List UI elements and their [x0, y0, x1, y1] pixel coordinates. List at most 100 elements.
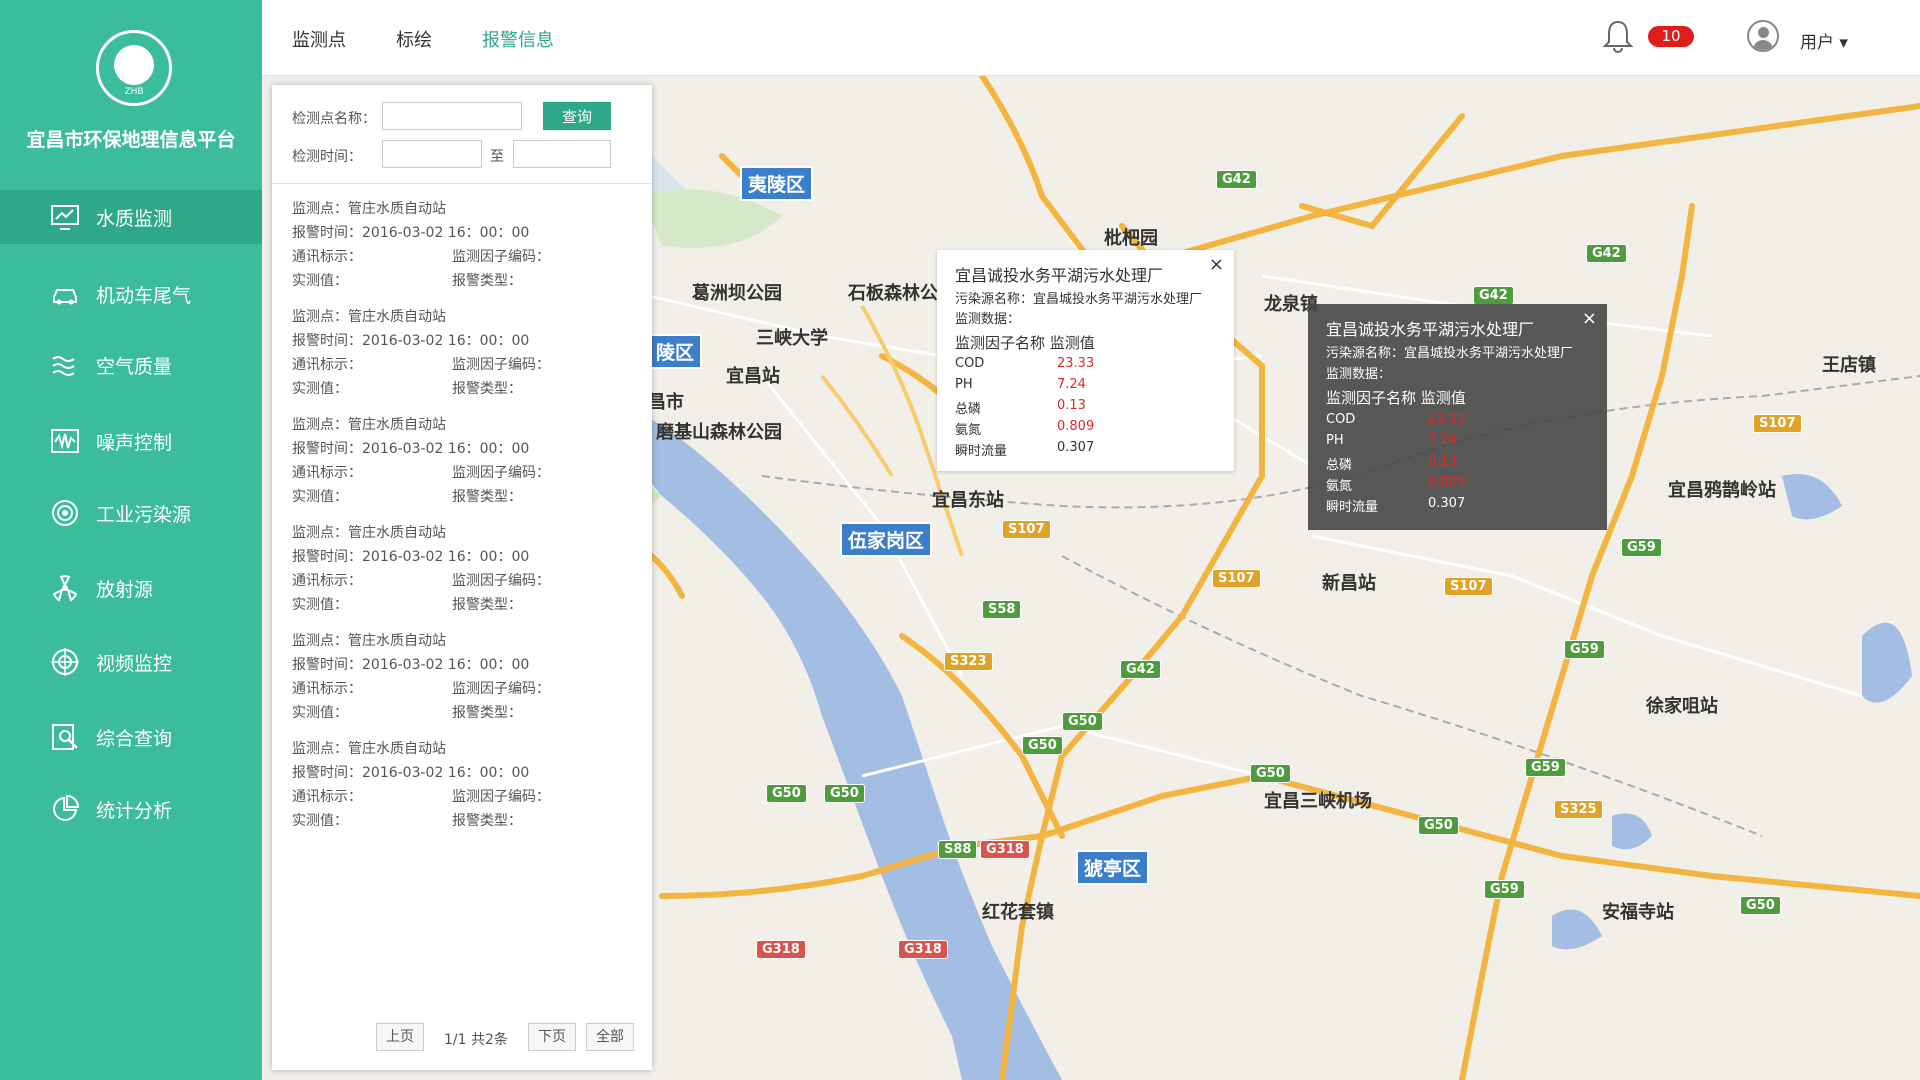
alarm-panel: 检测点名称： 查询 检测时间： 至 监测点：管庄水质自动站 报警时间：2016-… — [272, 85, 652, 1070]
tab-plotting[interactable]: 标绘 — [396, 26, 432, 52]
popup-factor-value: 7.24 — [1057, 377, 1086, 392]
sidebar-item-video-monitor[interactable]: 视频监控 — [0, 635, 262, 689]
alarm-type: 报警类型： — [452, 489, 522, 505]
route-shield: S58 — [982, 600, 1022, 619]
map-label-xujiaju-station[interactable]: 徐家咀站 — [1646, 692, 1718, 718]
popup-factor-name: 氨氮 — [955, 423, 982, 438]
sidebar-item-air-quality[interactable]: 空气质量 — [0, 338, 262, 392]
sidebar-item-radiation-source[interactable]: 放射源 — [0, 561, 262, 615]
all-pages-button[interactable]: 全部 — [586, 1023, 634, 1051]
route-shield: G42 — [1216, 170, 1257, 189]
popup-factor-value: 0.809 — [1428, 475, 1466, 490]
route-shield: G42 — [1586, 244, 1627, 263]
route-shield: G50 — [766, 784, 807, 803]
map-label-three-gorges-university[interactable]: 三峡大学 — [756, 324, 828, 350]
radiation-icon — [52, 575, 78, 602]
alarm-time: 报警时间：2016-03-02 16：00：00 — [292, 657, 530, 673]
map-label-gezhouba-park[interactable]: 葛洲坝公园 — [692, 279, 782, 305]
time-from-input[interactable] — [382, 140, 482, 168]
query-button[interactable]: 查询 — [543, 102, 611, 130]
alarm-item[interactable]: 监测点：管庄水质自动站 报警时间：2016-03-02 16：00：00 通讯标… — [292, 738, 632, 838]
map-label-district-partial[interactable]: 陵区 — [648, 334, 703, 369]
route-shield: S323 — [944, 652, 993, 671]
name-label: 检测点名称： — [292, 111, 376, 127]
popup-factor-name: 总磷 — [955, 402, 982, 417]
app-title: 宜昌市环保地理信息平台 — [26, 129, 236, 151]
alarm-value: 实测值： — [292, 597, 348, 613]
alarm-type: 报警类型： — [452, 381, 522, 397]
prev-page-button[interactable]: 上页 — [376, 1023, 424, 1051]
popup-factor-value: 23.33 — [1428, 412, 1466, 427]
popup-source-line: 污染源名称：宜昌城投水务平湖污水处理厂 — [1326, 346, 1574, 361]
alarm-item[interactable]: 监测点：管庄水质自动站 报警时间：2016-03-02 16：00：00 通讯标… — [292, 630, 632, 730]
tab-alarm-info[interactable]: 报警信息 — [482, 26, 554, 52]
map-label-yiling-district[interactable]: 夷陵区 — [740, 166, 814, 201]
route-shield: G318 — [980, 840, 1030, 859]
map-label-yaqueling-station[interactable]: 宜昌鸦鹊岭站 — [1668, 476, 1776, 502]
point-name-input[interactable] — [382, 102, 522, 130]
alarm-time: 报警时间：2016-03-02 16：00：00 — [292, 441, 530, 457]
user-avatar[interactable] — [1747, 20, 1779, 52]
user-menu[interactable]: 用户 ▾ — [1800, 28, 1848, 53]
route-shield: S88 — [938, 840, 978, 859]
pie-chart-icon — [53, 794, 80, 821]
sidebar-item-label: 视频监控 — [96, 652, 173, 675]
route-shield: G318 — [756, 940, 806, 959]
alarm-comm: 通讯标示： — [292, 573, 362, 589]
page-info: 1/1 共2条 — [444, 1032, 508, 1048]
sidebar-item-comprehensive-query[interactable]: 综合查询 — [0, 710, 262, 764]
alarm-type: 报警类型： — [452, 705, 522, 721]
sidebar-item-noise-control[interactable]: 噪声控制 — [0, 414, 262, 468]
popup-data-line: 监测数据： — [1326, 367, 1392, 382]
route-shield: S107 — [1002, 520, 1051, 539]
sidebar-item-vehicle-exhaust[interactable]: 机动车尾气 — [0, 267, 262, 321]
sidebar-item-label: 统计分析 — [96, 799, 173, 822]
map-label-yichang-east-station[interactable]: 宜昌东站 — [932, 486, 1004, 512]
wind-icon — [52, 356, 75, 376]
route-shield: G50 — [1740, 896, 1781, 915]
alarm-value: 实测值： — [292, 381, 348, 397]
alarm-factor-code: 监测因子编码： — [452, 357, 550, 373]
target-icon — [52, 500, 78, 526]
popup-factor-name: 瞬时流量 — [1326, 500, 1379, 515]
bell-icon[interactable] — [1600, 18, 1636, 54]
notification-badge[interactable]: 10 — [1648, 26, 1694, 47]
map-label-honghuatao-town[interactable]: 红花套镇 — [982, 898, 1054, 924]
tab-monitoring-points[interactable]: 监测点 — [292, 26, 346, 52]
map-label-mojishan-forest-park[interactable]: 磨基山森林公园 — [656, 418, 782, 444]
map-label-xinchang-station[interactable]: 新昌站 — [1322, 569, 1376, 595]
alarm-comm: 通讯标示： — [292, 249, 362, 265]
map-label-shiban-forest-park[interactable]: 石板森林公 — [848, 279, 938, 305]
map-label-wujiagang-district[interactable]: 伍家岗区 — [840, 522, 933, 557]
route-shield: G59 — [1564, 640, 1605, 659]
map-label-pipayuan[interactable]: 枇杷园 — [1104, 224, 1158, 250]
sidebar-item-statistics[interactable]: 统计分析 — [0, 782, 262, 836]
alarm-item[interactable]: 监测点：管庄水质自动站 报警时间：2016-03-02 16：00：00 通讯标… — [292, 414, 632, 514]
search-doc-icon — [52, 724, 78, 750]
map-label-wangdian-town[interactable]: 王店镇 — [1822, 351, 1876, 377]
alarm-item[interactable]: 监测点：管庄水质自动站 报警时间：2016-03-02 16：00：00 通讯标… — [292, 522, 632, 622]
sidebar-item-industrial-pollution[interactable]: 工业污染源 — [0, 486, 262, 540]
route-shield: G42 — [1120, 660, 1161, 679]
alarm-factor-code: 监测因子编码： — [452, 681, 550, 697]
alarm-item[interactable]: 监测点：管庄水质自动站 报警时间：2016-03-02 16：00：00 通讯标… — [292, 306, 632, 406]
station-popup-white: 宜昌诚投水务平湖污水处理厂 × 污染源名称：宜昌城投水务平湖污水处理厂 监测数据… — [937, 250, 1234, 471]
map-label-yichang-city[interactable]: 昌市 — [648, 388, 684, 414]
close-icon[interactable]: × — [1209, 254, 1224, 275]
popup-factor-name: 瞬时流量 — [955, 444, 1008, 459]
map-label-xiaoting-district[interactable]: 猇亭区 — [1076, 850, 1150, 885]
route-shield: G50 — [824, 784, 865, 803]
sidebar-item-water-quality[interactable]: 水质监测 — [0, 190, 262, 244]
route-shield: G59 — [1525, 758, 1566, 777]
route-shield: G50 — [1062, 712, 1103, 731]
time-to-input[interactable] — [513, 140, 611, 168]
route-shield: G59 — [1621, 538, 1662, 557]
map-label-yichang-station[interactable]: 宜昌站 — [726, 362, 780, 388]
map-label-anfusi-station[interactable]: 安福寺站 — [1602, 898, 1674, 924]
popup-title: 宜昌诚投水务平湖污水处理厂 — [955, 266, 1164, 285]
map-label-sanxia-airport[interactable]: 宜昌三峡机场 — [1264, 787, 1372, 813]
alarm-item[interactable]: 监测点：管庄水质自动站 报警时间：2016-03-02 16：00：00 通讯标… — [292, 198, 632, 298]
next-page-button[interactable]: 下页 — [528, 1023, 576, 1051]
close-icon[interactable]: × — [1582, 308, 1597, 329]
alarm-comm: 通讯标示： — [292, 681, 362, 697]
